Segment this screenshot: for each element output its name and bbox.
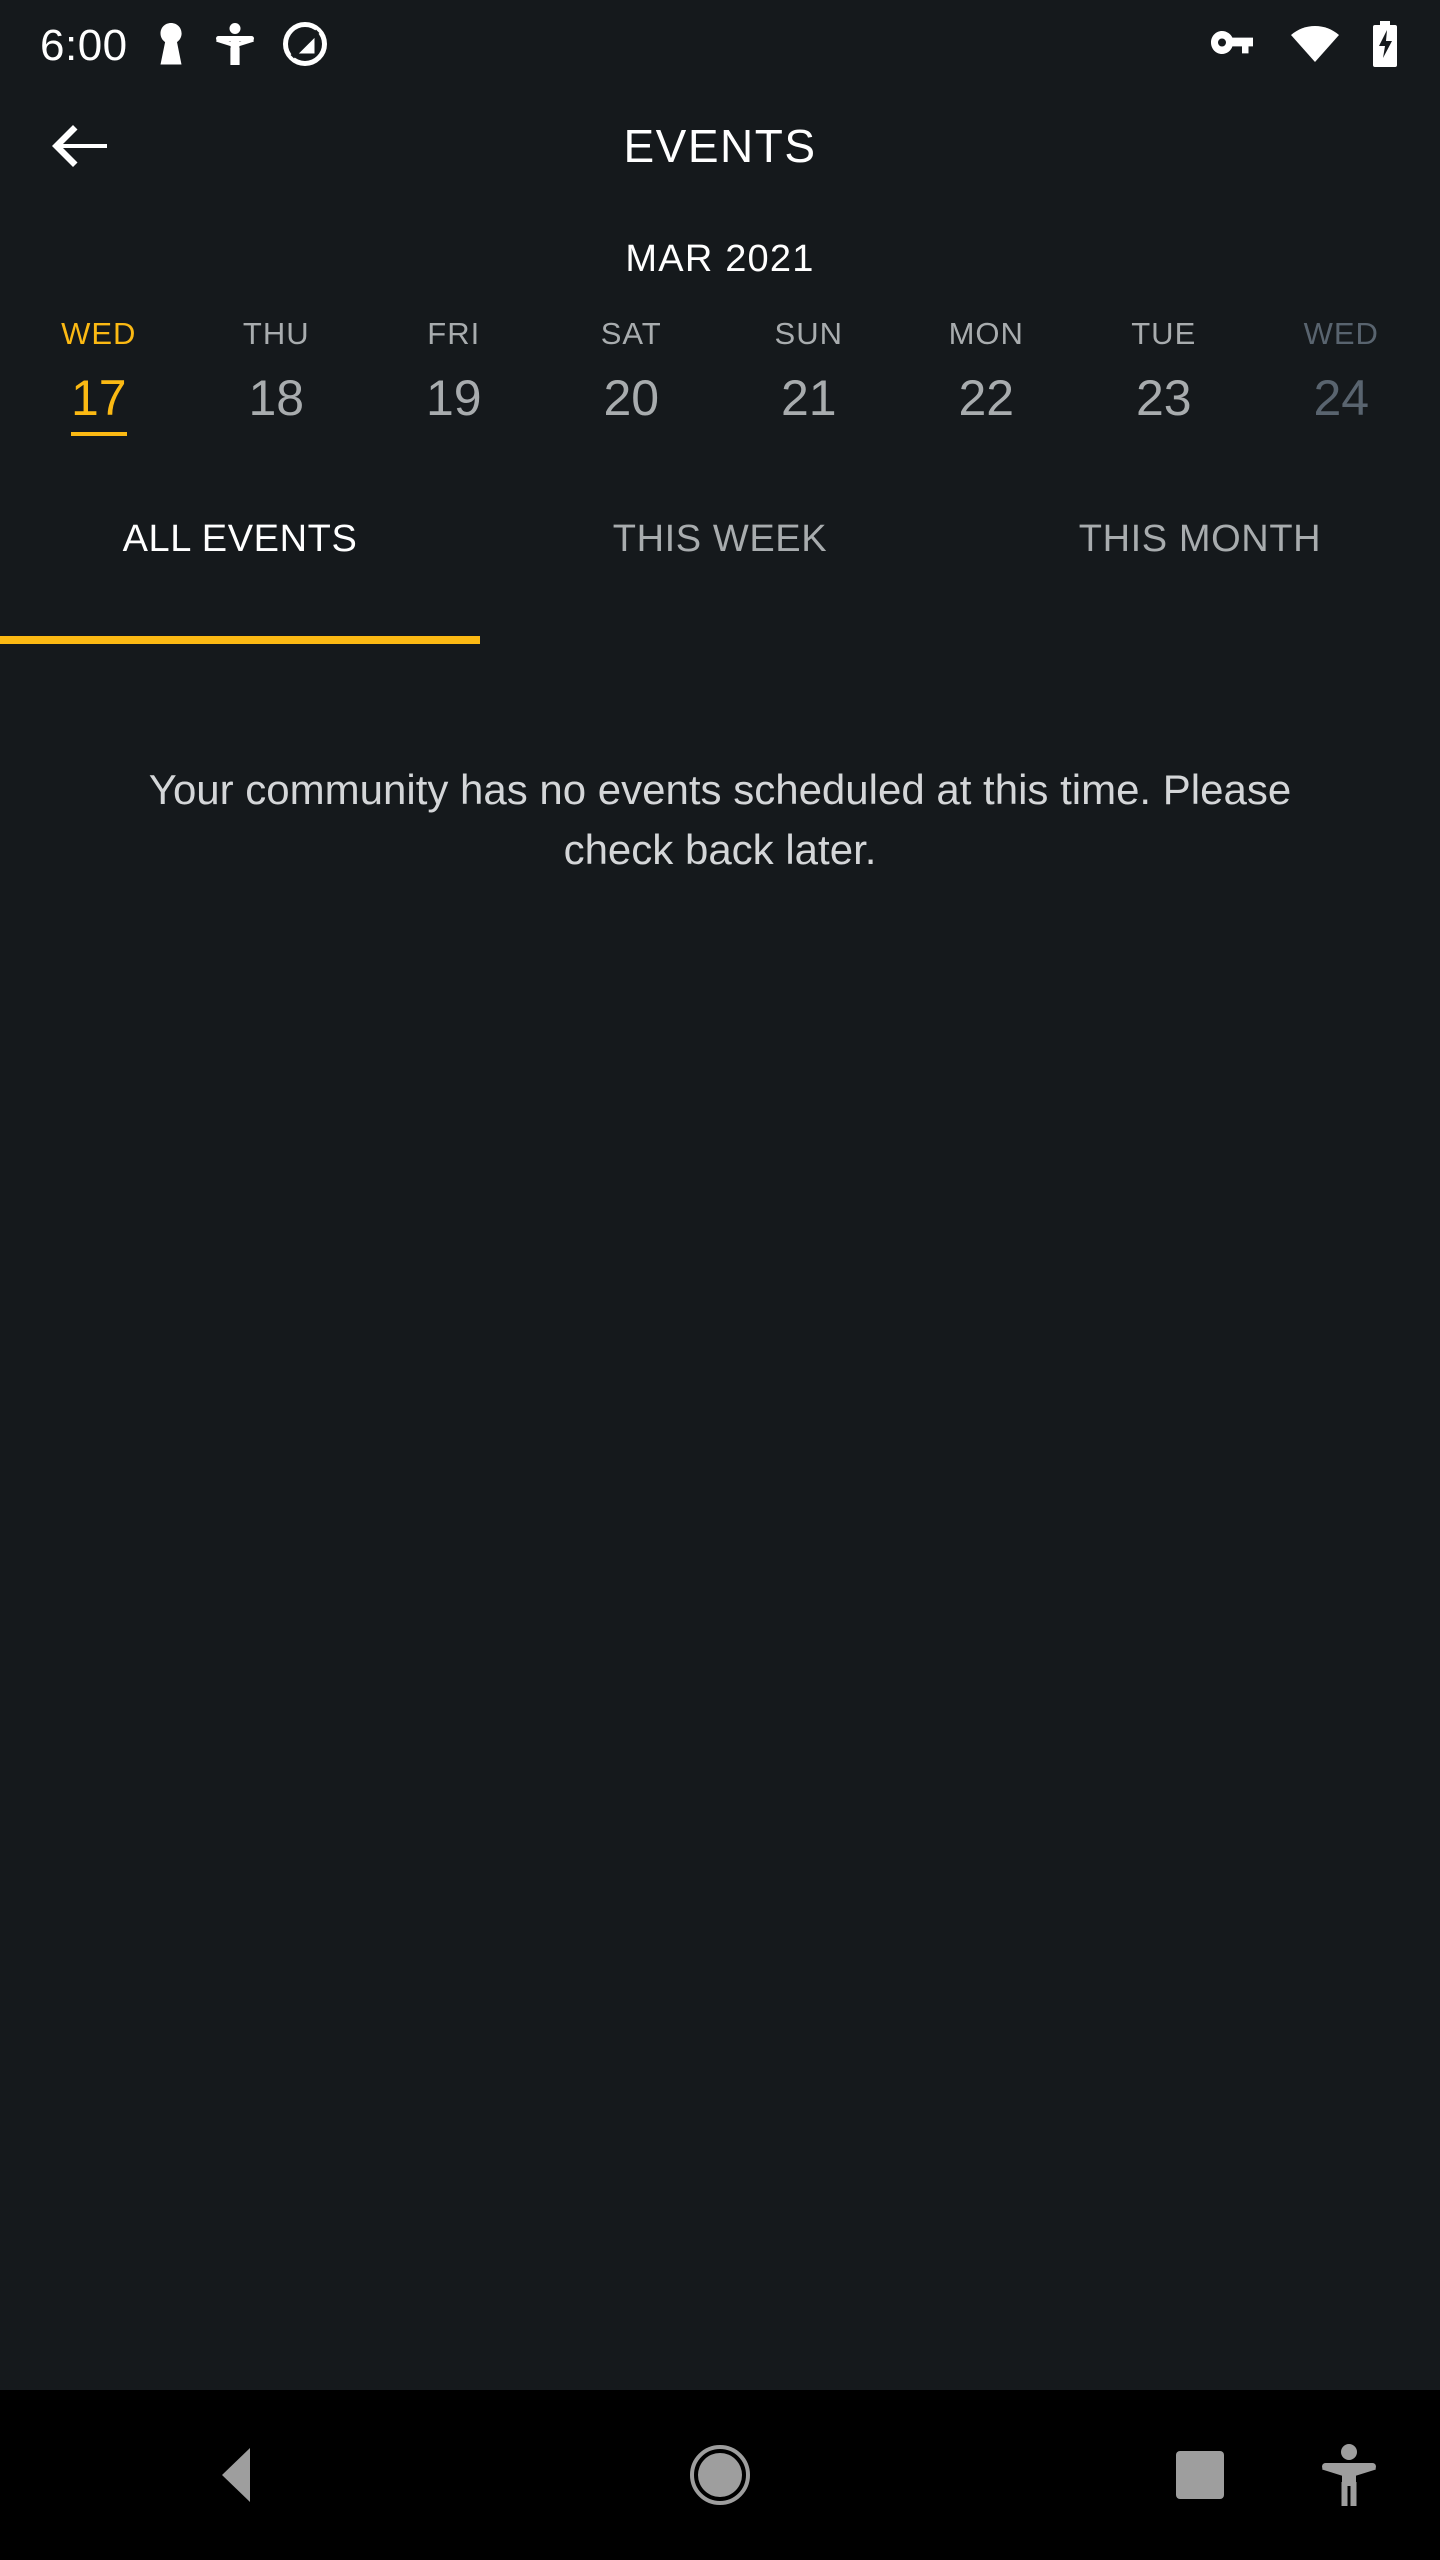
month-header: MAR 2021 [0,200,1440,318]
tab-active-indicator [0,636,480,644]
date-cell-18[interactable]: THU 18 [188,318,366,436]
status-bar-left: 6:00 [40,21,328,72]
date-number-label: 23 [1135,370,1192,426]
date-dow-label: SAT [600,316,662,351]
events-content-area: Your community has no events scheduled a… [0,644,1440,2390]
accessibility-icon [214,21,256,72]
date-dow-label: WED [1303,316,1379,351]
vpn-key-icon [1208,29,1260,64]
empty-state-message: Your community has no events scheduled a… [148,766,1292,873]
events-screen: 6:00 EVENTS MAR 2021 WED 17 THU 18 FRI 1… [0,0,1440,2560]
status-clock: 6:00 [40,21,128,70]
date-cell-23[interactable]: TUE 23 [1075,318,1253,436]
date-cell-22[interactable]: MON 22 [898,318,1076,436]
system-navigation-bar [0,2390,1440,2560]
date-number-label: 20 [603,370,660,426]
back-arrow-icon [52,125,107,167]
date-cell-17[interactable]: WED 17 [10,318,188,436]
date-number-label: 24 [1313,370,1370,426]
tab-label: THIS MONTH [1078,518,1322,560]
battery-charging-icon [1370,20,1400,73]
date-dow-label: THU [242,316,310,351]
app-bar: EVENTS [0,92,1440,200]
date-cell-20[interactable]: SAT 20 [543,318,721,436]
date-strip[interactable]: WED 17 THU 18 FRI 19 SAT 20 SUN 21 MON 22 TUE 23 WED 24 [0,318,1440,478]
tab-this-month[interactable]: THIS MONTH [960,504,1440,644]
date-number-label: 19 [425,370,482,426]
date-dow-label: FRI [427,316,481,351]
nav-back-triangle-icon [221,2448,250,2502]
nav-back-button[interactable] [0,2390,480,2560]
date-dow-label: TUE [1131,316,1197,351]
date-dow-label: MON [948,316,1024,351]
date-dow-label: WED [61,316,137,351]
do-not-disturb-icon [282,21,328,72]
nav-home-circle-icon [689,2445,750,2505]
tab-this-week[interactable]: THIS WEEK [480,504,960,644]
tab-label: THIS WEEK [612,518,828,560]
date-number-label: 17 [70,373,127,436]
date-cell-24[interactable]: WED 24 [1253,318,1431,436]
status-bar: 6:00 [0,0,1440,92]
date-number-label: 22 [958,370,1015,426]
status-bar-right [1208,20,1400,73]
work-profile-keyhole-icon [154,21,188,72]
date-number-label: 21 [780,370,837,426]
page-title: EVENTS [623,120,817,172]
nav-home-button[interactable] [480,2390,960,2560]
tab-bar[interactable]: ALL EVENTS THIS WEEK THIS MONTH [0,504,1440,644]
wifi-icon [1290,25,1340,68]
date-number-label: 18 [248,370,305,426]
nav-accessibility-icon [1322,2444,1376,2506]
date-cell-21[interactable]: SUN 21 [720,318,898,436]
back-button[interactable] [40,106,120,186]
nav-accessibility-button[interactable] [1304,2430,1394,2520]
date-cell-19[interactable]: FRI 19 [365,318,543,436]
nav-recents-square-icon [1175,2451,1224,2499]
month-label: MAR 2021 [625,237,815,280]
tab-all-events[interactable]: ALL EVENTS [0,504,480,644]
date-dow-label: SUN [774,316,843,351]
tab-label: ALL EVENTS [122,518,358,560]
